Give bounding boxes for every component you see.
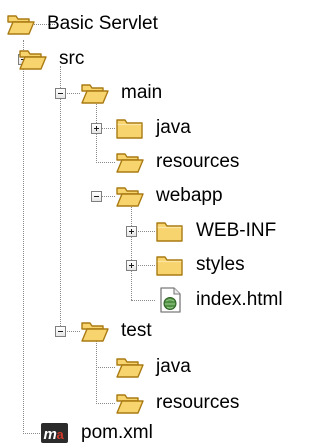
tree-node-label: pom.xml [81,422,153,443]
folder-open-icon [80,80,110,106]
folder-closed-icon [155,252,185,278]
tree-node-basic-servlet[interactable]: Basic Servlet [6,9,158,39]
tree-node-resources[interactable]: resources [115,147,239,177]
tree-node-main[interactable]: main [80,78,162,108]
tree-node-test[interactable]: test [80,316,152,346]
tree-node-label: resources [156,392,240,413]
tree-node-label: test [121,320,152,341]
tree-guide-line [23,40,24,434]
folder-open-icon [80,318,110,344]
tree-node-java[interactable]: java [115,352,191,382]
maven-file-icon: ma [40,420,70,446]
tree-node-label: index.html [196,289,283,310]
folder-closed-icon [155,218,185,244]
tree-node-label: webapp [156,185,223,206]
html-file-icon [155,287,185,313]
tree-node-resources[interactable]: resources [115,388,239,418]
collapse-toggle-icon[interactable] [91,191,102,202]
tree-node-index-html[interactable]: index.html [155,285,283,315]
tree-node-label: src [59,48,85,69]
tree-connector [131,300,155,301]
project-tree: Basic Servlet src main java resources webapp W… [0,0,308,443]
tree-connector [134,265,155,266]
folder-open-icon [115,390,145,416]
tree-connector [96,162,115,163]
svg-text:a: a [57,427,65,442]
tree-node-label: styles [196,254,245,275]
tree-node-webapp[interactable]: webapp [115,181,223,211]
tree-connector [96,403,115,404]
tree-node-label: java [156,117,191,138]
tree-node-src[interactable]: src [18,44,84,74]
tree-connector [23,433,40,434]
expand-toggle-icon[interactable] [126,260,137,271]
tree-node-label: java [156,356,191,377]
tree-connector [96,367,115,368]
expand-toggle-icon[interactable] [126,226,137,237]
tree-guide-line [131,203,132,300]
tree-node-label: resources [156,151,240,172]
folder-open-icon [115,354,145,380]
folder-open-icon [115,149,145,175]
folder-closed-icon [115,115,145,141]
tree-connector [134,231,155,232]
tree-node-label: Basic Servlet [47,13,158,34]
folder-open-icon [18,46,48,72]
tree-node-pom-xml[interactable]: m a pom.xml [40,418,153,448]
expand-toggle-icon[interactable] [91,123,102,134]
folder-open-icon [115,183,145,209]
collapse-toggle-icon[interactable] [55,326,66,337]
tree-node-styles[interactable]: styles [155,250,245,280]
tree-node-label: main [121,82,163,103]
collapse-toggle-icon[interactable] [55,88,66,99]
svg-text:m: m [44,426,57,443]
tree-guide-line [60,66,61,332]
folder-open-icon [6,11,36,37]
tree-node-java[interactable]: java [115,113,191,143]
tree-node-label: WEB-INF [196,220,277,241]
tree-guide-line [96,338,97,404]
tree-node-web-inf[interactable]: WEB-INF [155,216,276,246]
